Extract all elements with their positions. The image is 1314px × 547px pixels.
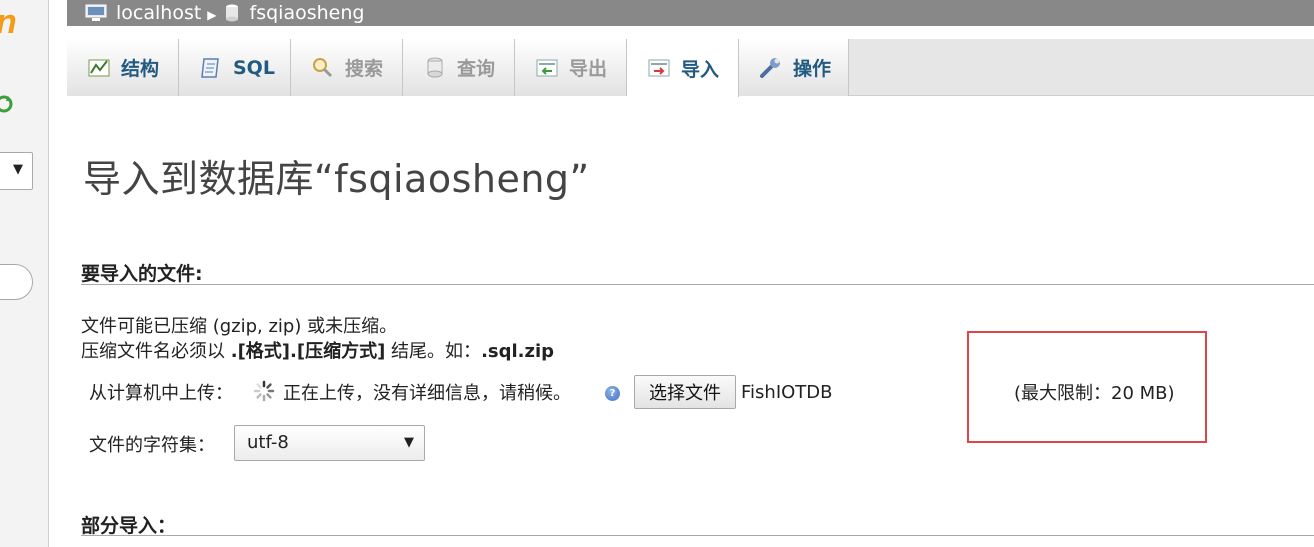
tab-operations[interactable]: 操作 — [739, 39, 849, 96]
charset-label: 文件的字符集： — [89, 435, 215, 456]
search-icon — [311, 56, 335, 80]
database-icon — [225, 4, 241, 22]
import-icon — [647, 56, 671, 80]
partial-import-heading: 部分导入： — [81, 515, 177, 537]
tab-label: 结构 — [121, 58, 160, 80]
filename-format-pattern: .[格式].[压缩方式] — [230, 341, 386, 362]
charset-select[interactable]: utf-8 ▼ — [234, 425, 425, 461]
tab-label: SQL — [233, 56, 275, 79]
chevron-down-icon: ▼ — [404, 435, 414, 450]
filename-format-example: .sql.zip — [481, 341, 555, 362]
tab-label: 查询 — [457, 58, 496, 80]
structure-icon — [87, 56, 111, 80]
phpmyadmin-logo[interactable]: n — [0, 2, 17, 42]
charset-selected-value: utf-8 — [247, 432, 289, 453]
tab-bar: 结构 SQL 搜索 查询 导出 导入 操作 — [67, 39, 1314, 97]
chevron-down-icon: ▼ — [13, 162, 23, 177]
breadcrumb-server-link[interactable]: localhost — [116, 2, 201, 24]
export-icon — [535, 56, 559, 80]
max-upload-limit: (最大限制：20 MB) — [1014, 383, 1175, 404]
section-divider — [81, 284, 1314, 285]
tab-label: 导出 — [569, 58, 608, 80]
loading-spinner-icon — [253, 380, 275, 402]
help-icon[interactable]: ? — [605, 386, 620, 401]
sidebar-button[interactable] — [0, 264, 33, 300]
tab-label: 操作 — [793, 58, 832, 80]
tab-query[interactable]: 查询 — [403, 39, 515, 96]
file-section-heading: 要导入的文件: — [81, 263, 203, 285]
sidebar-database-select[interactable]: ▼ — [0, 152, 33, 190]
tab-sql[interactable]: SQL — [179, 39, 291, 96]
upload-label: 从计算机中上传： — [89, 383, 233, 404]
sql-icon — [199, 56, 223, 80]
tab-structure[interactable]: 结构 — [67, 39, 179, 96]
left-navigation-panel: n ▼ — [0, 0, 49, 547]
page-title: 导入到数据库“fsqiaosheng” — [83, 157, 590, 201]
section-divider — [81, 535, 1314, 536]
upload-status: 正在上传，没有详细信息，请稍候。 — [283, 383, 571, 404]
filename-format-prefix: 压缩文件名必须以 — [81, 341, 231, 362]
breadcrumb-database-link[interactable]: fsqiaosheng — [250, 2, 365, 24]
reload-icon[interactable] — [0, 94, 14, 114]
compression-note: 文件可能已压缩 (gzip, zip) 或未压缩。 — [81, 316, 398, 337]
tab-import[interactable]: 导入 — [627, 39, 739, 97]
choose-file-button[interactable]: 选择文件 — [634, 375, 736, 409]
tab-export[interactable]: 导出 — [515, 39, 627, 96]
tab-label: 搜索 — [345, 58, 384, 80]
breadcrumb-separator-icon: ▶ — [207, 8, 217, 22]
chosen-file-name: FishIOTDB — [741, 382, 833, 403]
filename-format-note: 压缩文件名必须以 .[格式].[压缩方式] 结尾。如：.sql.zip — [81, 337, 554, 363]
wrench-icon — [759, 56, 783, 80]
filename-format-mid: 结尾。如： — [385, 341, 482, 362]
tab-label: 导入 — [681, 58, 720, 81]
breadcrumb: localhost ▶ fsqiaosheng — [67, 0, 1314, 26]
query-icon — [423, 56, 447, 80]
tab-search[interactable]: 搜索 — [291, 39, 403, 96]
server-icon — [85, 4, 107, 22]
